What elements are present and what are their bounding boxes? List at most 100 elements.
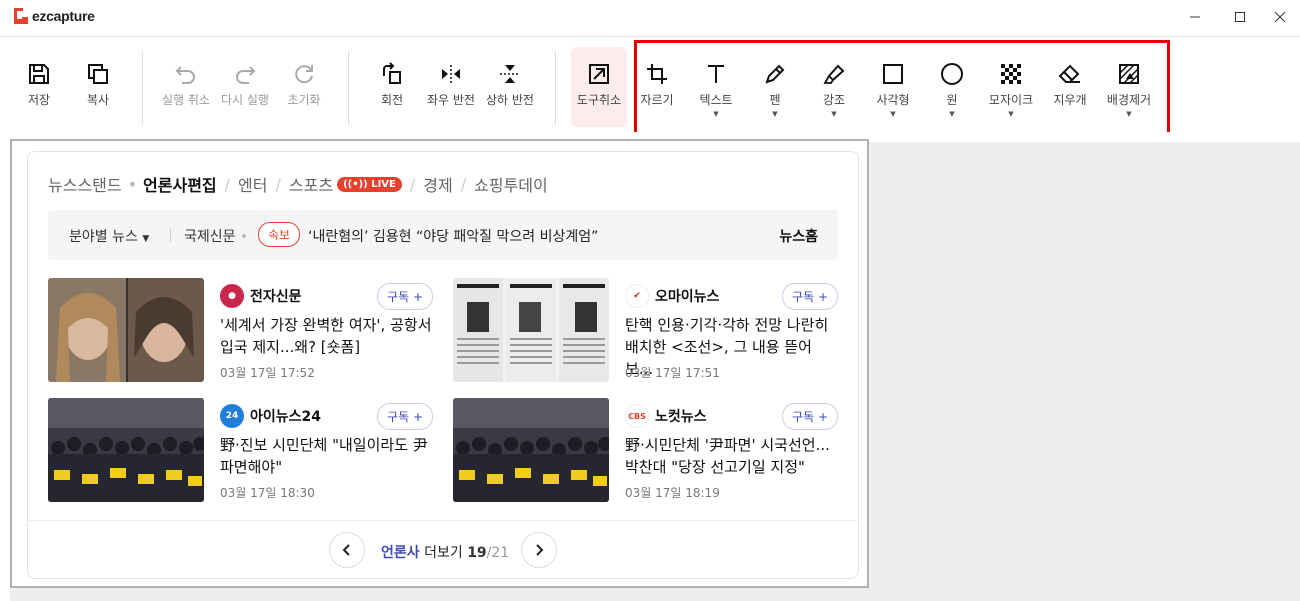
- reset-icon: [295, 65, 313, 84]
- press-info: CBS 노컷뉴스: [625, 404, 707, 428]
- copy-icon: [88, 64, 108, 84]
- news-title[interactable]: 野·진보 시민단체 "내일이라도 尹 파면해야": [220, 434, 435, 478]
- intl-paper-link[interactable]: 국제신문 •: [184, 226, 248, 246]
- pager-suffix[interactable]: 더보기: [424, 545, 463, 561]
- tab-newsstand[interactable]: 뉴스스탠드: [48, 172, 122, 196]
- canvas-left-strip: [0, 132, 10, 601]
- pager: 언론사 더보기 19/21: [28, 532, 858, 568]
- reset-label: 초기화: [287, 93, 321, 107]
- subscribe-button[interactable]: 구독 +: [782, 283, 838, 310]
- newspaper-photo-image: [453, 278, 609, 382]
- minimize-icon: [1190, 16, 1200, 18]
- press-logo-icon: 24: [220, 404, 244, 428]
- chevron-right-icon: [536, 544, 544, 556]
- subscribe-button[interactable]: 구독 +: [782, 403, 838, 430]
- tab-sports[interactable]: 스포츠: [289, 172, 333, 196]
- flip-vertical-label: 상하 반전: [486, 93, 534, 107]
- news-item[interactable]: CBS 노컷뉴스 구독 + 野·시민단체 '尹파면' 시국선언... 박찬대 "…: [453, 398, 838, 504]
- subscribe-button[interactable]: 구독 +: [377, 403, 433, 430]
- tab-entertainment[interactable]: 엔터: [238, 172, 267, 196]
- captured-image[interactable]: 뉴스스탠드 • 언론사편집 / 엔터 / 스포츠 ((•)) LIVE / 경제…: [10, 139, 869, 588]
- save-icon: [29, 64, 49, 84]
- undo-button[interactable]: 실행 취소: [156, 57, 216, 121]
- copy-button[interactable]: 복사: [68, 57, 128, 121]
- press-info: 24 아이뉴스24: [220, 404, 321, 428]
- save-button[interactable]: 저장: [9, 57, 69, 121]
- news-time: 03월 17일 18:30: [220, 486, 315, 500]
- tab-divider: /: [224, 174, 231, 194]
- news-item[interactable]: 24 아이뉴스24 구독 + 野·진보 시민단체 "내일이라도 尹 파면해야" …: [48, 398, 433, 504]
- cancel-tool-button[interactable]: 도구취소: [571, 47, 627, 127]
- breaking-bar: 분야별 뉴스 ▼ 국제신문 • 속보 ‘내란혐의’ 김용현 “야당 패악질 막으…: [48, 210, 838, 260]
- flip-horizontal-icon: [442, 65, 460, 83]
- intl-paper-label: 국제신문: [184, 229, 236, 245]
- maximize-button[interactable]: [1225, 4, 1255, 30]
- press-name[interactable]: 오마이뉴스: [655, 286, 719, 306]
- subscribe-button[interactable]: 구독 +: [377, 283, 433, 310]
- toolbar-separator: [555, 51, 556, 125]
- redo-label: 다시 실행: [221, 93, 269, 107]
- tab-shopping[interactable]: 쇼핑투데이: [474, 172, 548, 196]
- field-news-label: 분야별 뉴스: [69, 229, 138, 245]
- maximize-icon: [1235, 12, 1245, 22]
- flip-horizontal-label: 좌우 반전: [427, 93, 475, 107]
- press-info: ✔ 오마이뉴스: [625, 284, 719, 308]
- portrait-photo-image: [48, 278, 204, 382]
- save-label: 저장: [27, 93, 51, 107]
- news-tabs: 뉴스스탠드 • 언론사편집 / 엔터 / 스포츠 ((•)) LIVE / 경제…: [48, 172, 548, 196]
- copy-label: 복사: [86, 93, 110, 107]
- undo-icon: [175, 66, 195, 84]
- rotate-label: 회전: [380, 93, 404, 107]
- chevron-left-icon: [342, 544, 350, 556]
- next-page-button[interactable]: [521, 532, 557, 568]
- tab-press-edit[interactable]: 언론사편집: [143, 172, 217, 196]
- field-news-dropdown[interactable]: 분야별 뉴스 ▼: [69, 226, 149, 246]
- reset-button[interactable]: 초기화: [274, 57, 334, 121]
- press-logo-icon: ✔: [625, 284, 649, 308]
- prev-page-button[interactable]: [329, 532, 365, 568]
- minimize-button[interactable]: [1180, 4, 1210, 30]
- rotate-button[interactable]: 회전: [362, 57, 422, 121]
- pager-prefix[interactable]: 언론사: [381, 545, 420, 561]
- toolbar-separator: [348, 51, 349, 125]
- news-title[interactable]: 野·시민단체 '尹파면' 시국선언... 박찬대 "당장 선고기일 지정": [625, 434, 840, 478]
- cancel-tool-icon: [589, 64, 609, 84]
- news-title[interactable]: '세계서 가장 완벽한 여자', 공항서 입국 제지...왜? [숏폼]: [220, 314, 435, 358]
- press-name[interactable]: 아이뉴스24: [250, 406, 321, 426]
- flip-vertical-button[interactable]: 상하 반전: [480, 57, 540, 121]
- press-logo-icon: CBS: [625, 404, 649, 428]
- news-thumbnail[interactable]: [453, 278, 609, 382]
- toolbar-separator: [142, 51, 143, 125]
- pager-text: 언론사 더보기 19/21: [381, 542, 509, 562]
- news-thumbnail[interactable]: [453, 398, 609, 502]
- news-item[interactable]: ● 전자신문 구독 + '세계서 가장 완벽한 여자', 공항서 입국 제지..…: [48, 278, 433, 384]
- news-thumbnail[interactable]: [48, 278, 204, 382]
- close-button[interactable]: [1265, 4, 1295, 30]
- app-title: ezcapture: [32, 8, 95, 24]
- tab-economy[interactable]: 경제: [423, 172, 452, 196]
- redo-icon: [236, 66, 256, 84]
- pager-total: /21: [486, 545, 510, 561]
- tab-divider: /: [409, 174, 416, 194]
- live-label: LIVE: [371, 178, 396, 190]
- flip-horizontal-button[interactable]: 좌우 반전: [421, 57, 481, 121]
- press-name[interactable]: 전자신문: [250, 286, 302, 306]
- tab-divider: /: [275, 174, 281, 194]
- news-thumbnail[interactable]: [48, 398, 204, 502]
- flip-vertical-icon: [500, 65, 520, 83]
- press-name[interactable]: 노컷뉴스: [655, 406, 707, 426]
- news-item[interactable]: ✔ 오마이뉴스 구독 + 탄핵 인용·기각·각하 전망 나란히 배치한 <조선>…: [453, 278, 838, 384]
- news-card: 뉴스스탠드 • 언론사편집 / 엔터 / 스포츠 ((•)) LIVE / 경제…: [27, 151, 859, 579]
- title-bar: ezcapture: [0, 0, 1300, 36]
- app-logo: ezcapture: [14, 8, 95, 24]
- press-logo-icon: ●: [220, 284, 244, 308]
- rotate-icon: [383, 62, 401, 84]
- tab-dot: •: [127, 174, 138, 194]
- news-time: 03월 17일 17:51: [625, 366, 720, 380]
- news-home-link[interactable]: 뉴스홈: [779, 226, 818, 246]
- breaking-badge: 속보: [258, 222, 301, 247]
- redo-button[interactable]: 다시 실행: [215, 57, 275, 121]
- crowd-photo-image: [48, 398, 204, 502]
- tab-divider: /: [460, 174, 467, 194]
- breaking-headline[interactable]: ‘내란혐의’ 김용현 “야당 패악질 막으려 비상계엄”: [308, 226, 598, 246]
